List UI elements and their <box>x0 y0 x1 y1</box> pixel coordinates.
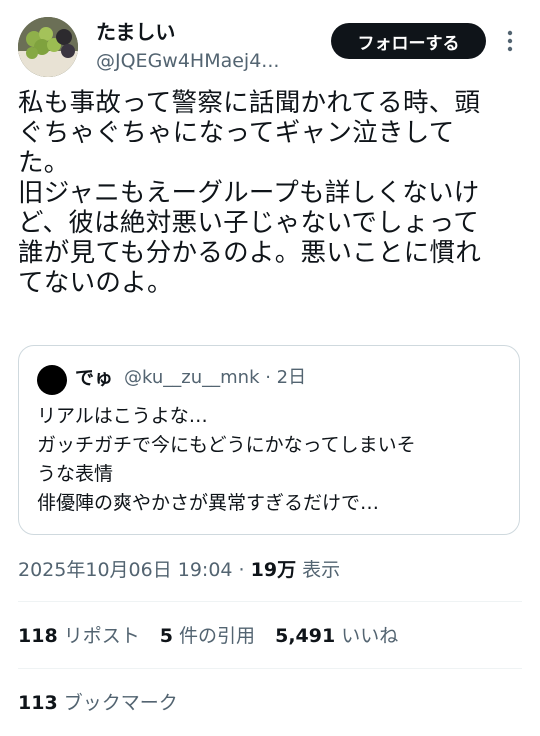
tweet-datetime[interactable]: 2025年10月06日 19:04 · <box>18 559 251 581</box>
follow-button[interactable]: フォローする <box>331 23 486 59</box>
quoted-author-handle-time: @ku__zu__mnk · 2日 <box>124 367 307 388</box>
quotes-count: 5 <box>159 625 173 647</box>
quoted-author-avatar <box>37 365 67 395</box>
quotes-stat[interactable]: 5 件の引用 <box>160 625 255 647</box>
more-vertical-icon[interactable] <box>500 26 520 56</box>
retweets-label: リポスト <box>57 625 140 647</box>
retweets-stat[interactable]: 118 リポスト <box>18 625 140 647</box>
author-display-name[interactable]: たましい <box>96 20 175 44</box>
quoted-tweet-card[interactable]: でゅ @ku__zu__mnk · 2日 リアルはこうよな… ガッチガチで今にも… <box>18 345 520 535</box>
divider <box>18 601 522 602</box>
bookmarks-count: 113 <box>18 692 58 714</box>
engagement-stats: 118 リポスト 5 件の引用 5,491 いいね <box>18 622 412 650</box>
bookmarks-stat[interactable]: 113 ブックマーク <box>18 689 178 717</box>
quotes-label: 件の引用 <box>173 625 256 647</box>
author-avatar[interactable] <box>18 17 78 77</box>
views-label: 表示 <box>296 559 341 581</box>
quoted-author-name: でゅ <box>75 367 114 389</box>
likes-count: 5,491 <box>275 625 336 647</box>
likes-label: いいね <box>335 625 399 647</box>
views-count: 19万 <box>250 559 297 581</box>
tweet-meta: 2025年10月06日 19:04 · 19万 表示 <box>18 556 340 584</box>
tweet-text: 私も事故って警察に話聞かれてる時、頭 ぐちゃぐちゃになってギャン泣きして た。 … <box>18 88 482 298</box>
retweets-count: 118 <box>18 625 58 647</box>
bookmarks-label: ブックマーク <box>57 692 178 714</box>
author-handle[interactable]: @JQEGw4HMaej4... <box>96 50 279 72</box>
quoted-tweet-text: リアルはこうよな… ガッチガチで今にもどうにかなってしまいそ うな表情 俳優陣の… <box>37 405 416 514</box>
divider <box>18 668 522 669</box>
likes-stat[interactable]: 5,491 いいね <box>275 625 398 647</box>
